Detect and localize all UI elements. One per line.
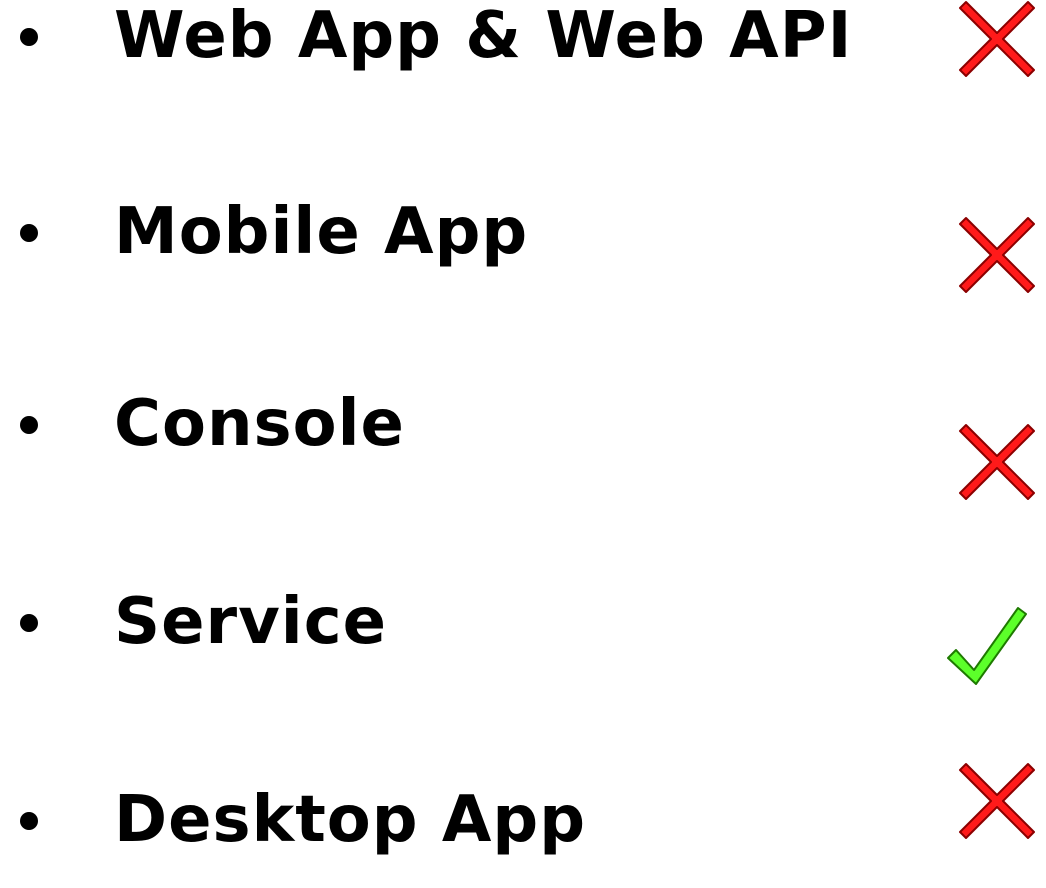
- bullet-icon: [20, 28, 38, 46]
- requirement-list: Web App & Web API Mobile App Console Ser…: [0, 0, 1046, 857]
- list-item-console: Console: [0, 372, 1046, 500]
- list-item-service: Service: [0, 570, 1046, 690]
- bullet-icon: [20, 812, 38, 830]
- list-item-label: Service: [114, 585, 388, 659]
- bullet-icon: [20, 224, 38, 242]
- check-icon: [942, 600, 1032, 690]
- list-item-mobile-app: Mobile App: [0, 180, 1046, 300]
- x-icon: [952, 0, 1042, 84]
- x-icon: [952, 756, 1042, 846]
- list-item-label: Desktop App: [114, 783, 586, 857]
- list-item-label: Web App & Web API: [114, 0, 853, 73]
- list-item-desktop-app: Desktop App: [0, 763, 1046, 888]
- x-icon: [952, 210, 1042, 300]
- list-item-label: Mobile App: [114, 195, 529, 269]
- bullet-icon: [20, 614, 38, 632]
- x-icon: [952, 417, 1042, 507]
- list-item-label: Console: [114, 387, 405, 461]
- list-item-web-app: Web App & Web API: [0, 0, 1046, 104]
- bullet-icon: [20, 416, 38, 434]
